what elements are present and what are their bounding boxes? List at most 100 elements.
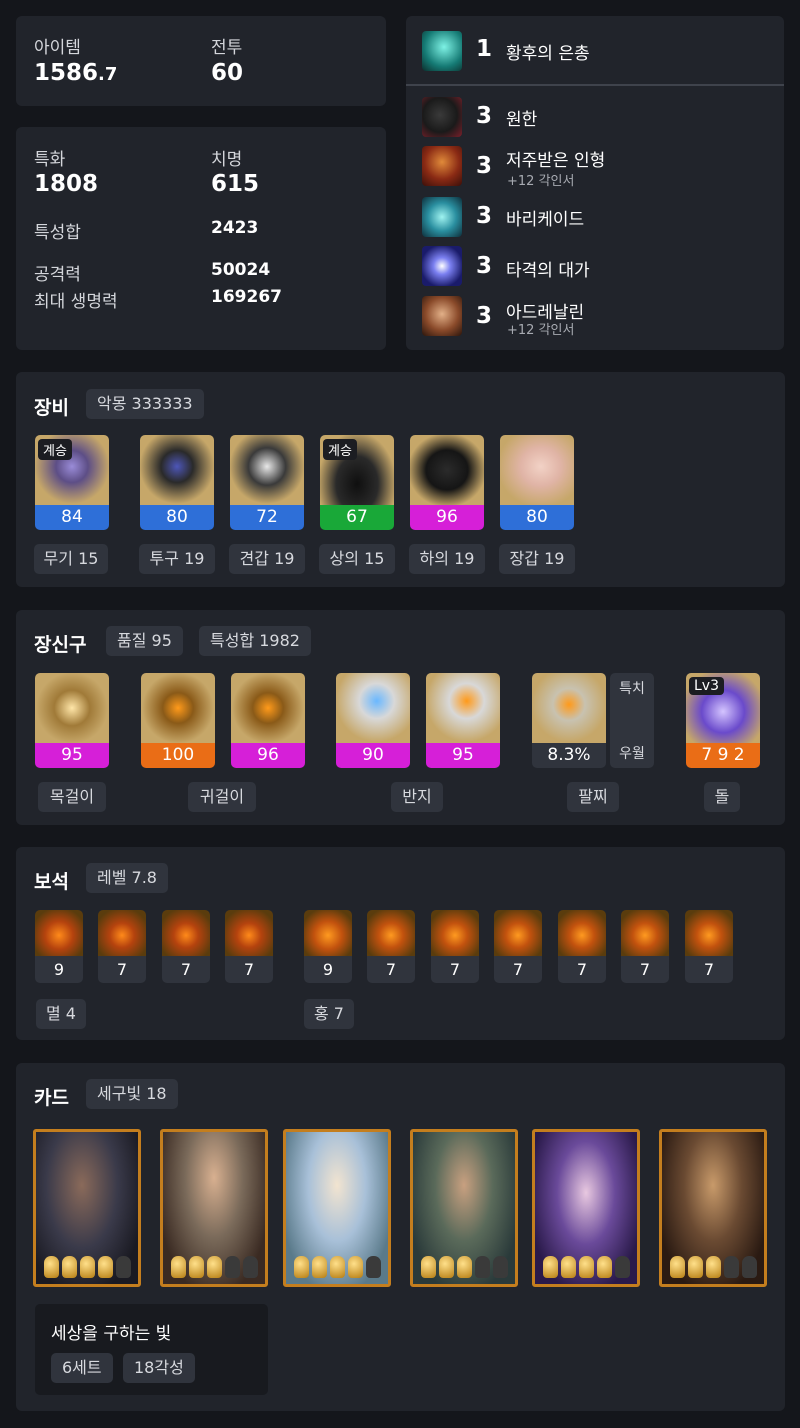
shoulder-icon: [230, 435, 304, 505]
gem-level: 7: [685, 956, 733, 983]
gem-level-badge: 레벨 7.8: [86, 863, 168, 893]
gem-level: 7: [162, 956, 210, 983]
awakening-gem: [189, 1256, 204, 1278]
card-set-count: 6세트: [51, 1353, 113, 1383]
awakening-gem: [724, 1256, 739, 1278]
ring-icon: [426, 673, 500, 743]
accessory-slot[interactable]: 100: [141, 673, 215, 768]
stat-sum-badge: 특성합 1982: [199, 626, 311, 656]
equipment-slot[interactable]: 96: [410, 435, 484, 530]
annihilation-gem[interactable]: 7: [162, 910, 210, 983]
equipment-label: 무기 15: [34, 544, 108, 574]
gem-group-label: 홍 7: [304, 999, 354, 1029]
helmet-icon: [140, 435, 214, 505]
annihilation-gem-icon: [35, 910, 83, 956]
equipment-slot[interactable]: 80: [140, 435, 214, 530]
gem-group-label: 멸 4: [36, 999, 86, 1029]
awakening-gauge: [421, 1256, 508, 1278]
gem-level: 7: [98, 956, 146, 983]
awakening-gem: [62, 1256, 77, 1278]
crimson-gem-icon: [494, 910, 542, 956]
awakening-gem: [493, 1256, 508, 1278]
adrenaline-icon: [422, 296, 462, 336]
gem-level: 9: [304, 956, 352, 983]
gem-level: 7: [494, 956, 542, 983]
equipment-slot[interactable]: 80: [500, 435, 574, 530]
engravings-card: [406, 16, 784, 350]
gem-level: 7: [431, 956, 479, 983]
awakening-gem: [439, 1256, 454, 1278]
awakening-gem: [98, 1256, 113, 1278]
equipment-slot[interactable]: 계승 67: [320, 435, 394, 530]
equipment-label: 투구 19: [139, 544, 215, 574]
quality-bar: 67: [320, 505, 394, 530]
annihilation-gem[interactable]: 7: [225, 910, 273, 983]
ability-stone-slot[interactable]: Lv3 7 9 2: [686, 673, 760, 768]
equipment-label: 장갑 19: [499, 544, 575, 574]
engraving-book-note: +12 각인서: [507, 174, 575, 189]
accessory-label: 목걸이: [38, 782, 106, 812]
card-slot[interactable]: [410, 1129, 518, 1287]
combat-stats-card: 특화 1808 치명 615 특성합 2423 공격력 50024 최대 생명력…: [16, 127, 386, 350]
crimson-gem[interactable]: 7: [685, 910, 733, 983]
awakening-gem: [243, 1256, 258, 1278]
earring-icon: [231, 673, 305, 743]
attack-value: 50024: [211, 260, 271, 280]
accessory-slot[interactable]: 95: [35, 673, 109, 768]
combat-level-label: 전투: [211, 38, 243, 58]
awakening-gem: [597, 1256, 612, 1278]
cursed-doll-icon: [422, 146, 462, 186]
awakening-gem: [80, 1256, 95, 1278]
equipment-slot[interactable]: 72: [230, 435, 304, 530]
spec-label: 특화: [34, 150, 66, 170]
awakening-gem: [706, 1256, 721, 1278]
crimson-gem[interactable]: 7: [431, 910, 479, 983]
pants-icon: [410, 435, 484, 505]
awakening-gem: [312, 1256, 327, 1278]
section-title: 보석: [34, 871, 69, 893]
card-awaken-total: 18각성: [123, 1353, 195, 1383]
item-level-value: 1586.7: [34, 60, 118, 86]
gem-level: 7: [558, 956, 606, 983]
empress-grace-icon: [422, 31, 462, 71]
crimson-gem[interactable]: 7: [494, 910, 542, 983]
annihilation-gem[interactable]: 9: [35, 910, 83, 983]
awakening-gauge: [171, 1256, 258, 1278]
awakening-gem: [543, 1256, 558, 1278]
annihilation-gem[interactable]: 7: [98, 910, 146, 983]
equipment-label: 하의 19: [409, 544, 485, 574]
section-title: 카드: [34, 1087, 69, 1109]
card-slot[interactable]: [283, 1129, 391, 1287]
crit-value: 615: [211, 171, 260, 197]
card-set-badge: 세구빛 18: [86, 1079, 178, 1109]
accessory-slot[interactable]: 8.3%: [532, 673, 606, 768]
crimson-gem[interactable]: 9: [304, 910, 352, 983]
awakening-gauge: [670, 1256, 757, 1278]
engraving-level: 3: [476, 303, 493, 329]
crimson-gem[interactable]: 7: [558, 910, 606, 983]
accessories-card: 장신구 품질 95 특성합 1982 95 100 96 90 95 8.3% …: [16, 610, 785, 825]
awakening-gem: [670, 1256, 685, 1278]
quality-bar: 72: [230, 505, 304, 530]
gem-level: 7: [367, 956, 415, 983]
engraving-name: 타격의 대가: [506, 261, 590, 281]
crit-label: 치명: [211, 150, 243, 170]
awakening-gem: [330, 1256, 345, 1278]
bracelet-stat: 특치: [619, 681, 645, 697]
accessory-slot[interactable]: 90: [336, 673, 410, 768]
card-slot[interactable]: [160, 1129, 268, 1287]
equipment-slot[interactable]: 계승 84: [35, 435, 109, 530]
crimson-gem[interactable]: 7: [621, 910, 669, 983]
crimson-gem-icon: [685, 910, 733, 956]
quality-bar: 80: [500, 505, 574, 530]
accessory-slot[interactable]: 95: [426, 673, 500, 768]
combat-level-value: 60: [211, 60, 244, 86]
card-set-effect[interactable]: 세상을 구하는 빛 6세트 18각성: [35, 1304, 268, 1395]
card-slot[interactable]: [532, 1129, 640, 1287]
accessory-slot[interactable]: 96: [231, 673, 305, 768]
card-slot[interactable]: [659, 1129, 767, 1287]
hp-value: 169267: [211, 287, 282, 307]
card-slot[interactable]: [33, 1129, 141, 1287]
crimson-gem[interactable]: 7: [367, 910, 415, 983]
awakening-gem: [579, 1256, 594, 1278]
